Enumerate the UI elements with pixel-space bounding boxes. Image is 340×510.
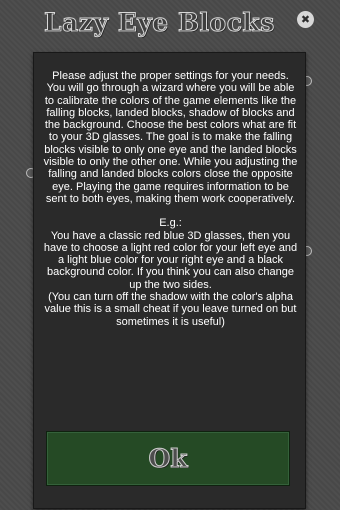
ok-button[interactable]: Ok <box>46 431 290 486</box>
example-paragraph: You have a classic red blue 3D glasses, … <box>43 229 298 291</box>
intro-paragraph: Please adjust the proper settings for yo… <box>43 70 298 205</box>
example-heading: E.g.: <box>159 217 182 230</box>
ok-button-label: Ok <box>148 444 188 474</box>
settings-info-dialog: Please adjust the proper settings for yo… <box>33 52 306 509</box>
shadow-note-paragraph: (You can turn off the shadow with the co… <box>44 291 297 328</box>
close-icon[interactable]: ✖ <box>297 11 314 28</box>
app-title: Lazy Eye Blocks <box>44 8 275 38</box>
dialog-message: Please adjust the proper settings for yo… <box>42 70 299 328</box>
